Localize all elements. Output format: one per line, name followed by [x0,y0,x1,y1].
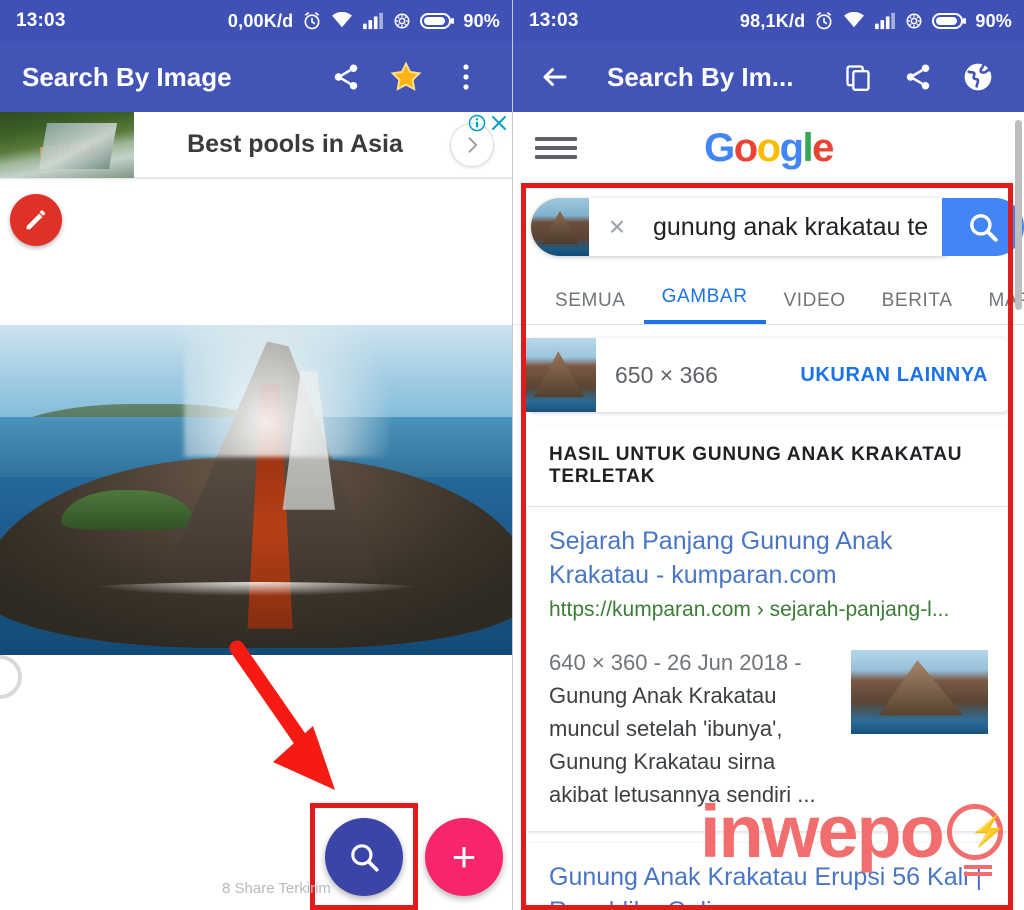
settings-icon [394,13,410,29]
image-size-card[interactable]: 650 × 366 UKURAN LAINNYA [527,338,1010,412]
copy-icon[interactable] [828,63,888,91]
ad-badges [468,114,508,132]
back-arrow-icon[interactable] [529,62,581,92]
chevron-right-icon [468,136,478,153]
ad-banner[interactable]: Best pools in Asia [0,111,512,178]
status-indicators: 0,00K/d 90% [228,11,500,32]
tab-berita[interactable]: BERITA [864,280,971,324]
selected-image[interactable] [0,325,512,655]
search-submit-button[interactable] [942,198,1024,256]
search-pill[interactable]: × gunung anak krakatau te [531,198,946,256]
dual-screenshot-composite: 13:03 0,00K/d 90% Search By Image Best p… [0,0,1024,910]
result-url: https://kumparan.com › sejarah-panjang-l… [549,598,950,621]
battery-icon [932,13,967,29]
battery-label: 90% [975,10,1012,31]
pencil-icon [26,210,46,230]
right-phone-screen: 13:03 98,1K/d 90% Search By Im... Google… [512,0,1024,910]
result-spacer [513,831,1024,843]
search-icon [351,844,379,872]
result-thumbnail[interactable] [851,650,988,734]
left-appbar-actions [316,60,496,94]
search-vertical-tabs: SEMUA GAMBAR VIDEO BERITA MAPS [513,270,1024,325]
ad-info-icon[interactable] [468,114,486,132]
google-page-header: Google [513,112,1024,184]
right-app-bar: Search By Im... [513,42,1024,112]
alarm-icon [304,12,320,30]
size-card-thumbnail[interactable] [524,338,596,412]
search-input[interactable]: gunung anak krakatau te [645,213,946,242]
google-logo: Google [704,125,834,170]
globe-icon[interactable] [948,61,1008,93]
clear-search-icon[interactable]: × [589,211,645,243]
result-title[interactable]: Sejarah Panjang Gunung Anak Krakatau - k… [549,525,988,592]
other-sizes-link[interactable]: UKURAN LAINNYA [800,364,1010,387]
status-indicators: 98,1K/d 90% [740,11,1012,32]
google-results-body: × gunung anak krakatau te SEMUA GAMBAR V… [513,184,1024,910]
signal-icon [363,12,384,30]
left-phone-screen: 13:03 0,00K/d 90% Search By Image Best p… [0,0,512,910]
share-hint-text: 8 Share Terkirim [222,880,331,897]
settings-icon [906,13,922,29]
result-item-1[interactable]: Sejarah Panjang Gunung Anak Krakatau - k… [527,507,1010,831]
search-icon [970,214,998,242]
tab-semua[interactable]: SEMUA [537,280,644,324]
result-body: 640 × 360 - 26 Jun 2018 - Gunung Anak Kr… [549,646,988,811]
status-bar-right: 13:03 98,1K/d 90% [513,0,1024,42]
search-image-chip-thumbnail [531,198,589,256]
edit-fab[interactable] [10,194,62,246]
red-arrow-annotation [229,640,335,790]
left-app-bar: Search By Image [0,42,512,112]
ad-thumbnail [0,111,134,178]
ad-close-icon[interactable] [490,114,508,132]
partial-circle-decoration [0,655,22,699]
signal-icon [875,12,896,30]
wifi-icon [332,12,353,28]
status-clock: 13:03 [16,10,66,31]
app-title-left: Search By Image [22,61,232,92]
hamburger-menu-icon[interactable] [535,137,577,159]
share-icon[interactable] [316,62,376,92]
result-title[interactable]: Gunung Anak Krakatau Erupsi 56 Kali | Re… [549,861,988,910]
tab-video[interactable]: VIDEO [766,280,864,324]
right-appbar-actions [828,61,1008,93]
page-scrollbar[interactable] [1015,120,1022,310]
result-item-2[interactable]: Gunung Anak Krakatau Erupsi 56 Kali | Re… [527,843,1010,910]
add-fab[interactable]: + [425,818,503,896]
result-meta: 640 × 360 - 26 Jun 2018 - [549,650,802,675]
add-fab-label: + [451,833,477,880]
battery-icon [420,13,455,29]
tab-gambar[interactable]: GAMBAR [643,276,766,324]
result-snippet-text: Gunung Anak Krakatau muncul setelah 'ibu… [549,683,816,807]
overflow-menu-icon[interactable] [436,62,496,92]
results-heading: HASIL UNTUK GUNUNG ANAK KRAKATAU TERLETA… [527,426,1010,507]
battery-label: 90% [463,10,500,31]
share-icon[interactable] [888,62,948,92]
anak-krakatau-photo [0,325,512,655]
network-speed-label: 98,1K/d [739,10,806,31]
app-title-right: Search By Im... [607,61,794,92]
search-bar-row: × gunung anak krakatau te [513,184,1024,270]
result-snippet: 640 × 360 - 26 Jun 2018 - Gunung Anak Kr… [549,646,837,811]
star-icon[interactable] [376,60,436,94]
status-bar-left: 13:03 0,00K/d 90% [0,0,512,42]
search-fab[interactable] [325,818,403,896]
alarm-icon [816,12,832,30]
ad-headline: Best pools in Asia [187,130,403,158]
status-clock: 13:03 [529,10,579,31]
network-speed-label: 0,00K/d [227,10,294,31]
wifi-icon [844,12,865,28]
